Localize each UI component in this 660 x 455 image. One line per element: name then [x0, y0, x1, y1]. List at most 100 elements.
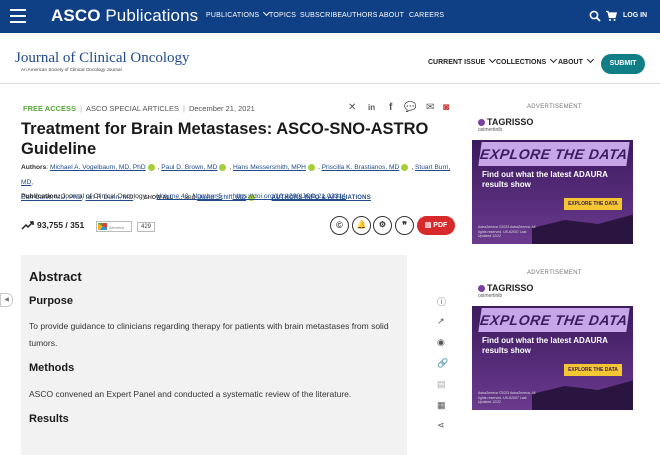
article-section: ASCO SPECIAL ARTICLES — [86, 104, 179, 113]
nav-about[interactable]: ABOUT — [379, 12, 404, 19]
nav-authors[interactable]: AUTHORS — [342, 12, 378, 19]
advertisement-banner[interactable]: TAGRISSO osimertinib EXPLORE THE DATA Fin… — [472, 112, 633, 244]
ad-cta-button[interactable]: EXPLORE THE DATA — [564, 364, 622, 376]
brand-bold: ASCO — [51, 6, 101, 25]
ad-headline: EXPLORE THE DATA — [478, 308, 630, 332]
article-title: Treatment for Brain Metastases: ASCO-SNO… — [21, 120, 429, 158]
view-icon[interactable]: ◉ — [437, 337, 445, 348]
advertisement-banner[interactable]: TAGRISSO osimertinib EXPLORE THE DATA Fin… — [472, 278, 633, 410]
copyright-icon[interactable]: © — [330, 216, 349, 235]
altmetric-donut-icon — [98, 223, 107, 230]
mendeley-share-icon[interactable]: ◙ — [443, 102, 449, 113]
tables-icon[interactable]: ▦ — [437, 400, 446, 411]
login-link[interactable]: LOG IN — [623, 12, 647, 19]
ad-brand: TAGRISSO — [487, 117, 534, 127]
wechat-share-icon[interactable]: 💬 — [404, 102, 416, 113]
author-link[interactable]: Michael A. Vogelbaum, MD, PhD — [50, 164, 146, 171]
ad-copy: Find out what the latest ADAURA results … — [482, 336, 608, 355]
nav-careers[interactable]: CAREERS — [409, 12, 444, 19]
methods-heading: Methods — [29, 362, 75, 374]
volume-link[interactable]: Volume 40, Number 5 — [156, 193, 222, 200]
altmetric-score[interactable]: 429 — [137, 222, 155, 232]
ad-cta-button[interactable]: EXPLORE THE DATA — [564, 198, 622, 210]
orcid-icon[interactable] — [147, 163, 155, 171]
article-date: December 21, 2021 — [188, 104, 255, 113]
ad-artwork — [532, 378, 633, 410]
free-access-badge: FREE ACCESS — [23, 104, 77, 113]
ad-brand-sub: osimertinib — [478, 293, 503, 299]
brand-rest: Publications — [100, 6, 199, 25]
nav-label: CURRENT ISSUE — [428, 59, 486, 66]
nav-topics[interactable]: TOPICS — [269, 12, 296, 19]
altmetric-badge[interactable]: Altmetric — [96, 221, 132, 232]
top-navigation-bar: ASCO Publications PUBLICATIONS TOPICS SU… — [0, 0, 660, 33]
views-citations: 93,755 / 351 — [37, 220, 85, 230]
publication-label: Publication: — [21, 193, 60, 200]
methods-text: ASCO convened an Expert Panel and conduc… — [29, 389, 352, 399]
abstract-heading: Abstract — [29, 269, 82, 284]
chevron-down-icon — [586, 55, 594, 64]
tagrisso-logo: TAGRISSO osimertinib — [478, 283, 533, 299]
x-share-icon[interactable]: ✕ — [348, 102, 356, 113]
authors-label: Authors — [21, 164, 47, 171]
nav-label: ABOUT — [558, 59, 583, 66]
share-icon[interactable]: ⋖ — [437, 420, 445, 431]
nav-subscribe[interactable]: SUBSCRIBE — [300, 12, 342, 19]
results-heading: Results — [29, 413, 69, 425]
advertisement-label: ADVERTISEMENT — [527, 104, 582, 110]
separator: • — [150, 193, 153, 200]
author-link[interactable]: Paul D. Brown, MD — [161, 164, 217, 171]
orcid-icon[interactable] — [307, 163, 315, 171]
track-citations-icon[interactable]: ⚙ — [373, 216, 392, 235]
doi-link[interactable]: https://doi.org/10.1200/JCO.21.02314 — [233, 193, 346, 200]
abstract-section: Abstract Purpose To provide guidance to … — [21, 255, 407, 455]
linkedin-share-icon[interactable]: in — [368, 103, 375, 112]
purpose-text: To provide guidance to clinicians regard… — [29, 321, 389, 348]
figures-icon[interactable]: ▤ — [437, 379, 446, 390]
info-icon[interactable]: ⓘ — [437, 295, 446, 308]
journal-title[interactable]: Journal of Clinical Oncology — [15, 50, 190, 67]
ad-artwork — [532, 212, 633, 244]
altmetric-label: Altmetric — [109, 225, 125, 230]
nav-label: COLLECTIONS — [496, 59, 547, 66]
pdf-label: PDF — [433, 222, 448, 229]
metrics-icon[interactable]: ↗ — [437, 316, 445, 327]
author-link[interactable]: Priscilla K. Brastianos, MD — [322, 164, 400, 171]
orcid-icon[interactable] — [219, 163, 227, 171]
cart-icon[interactable] — [605, 10, 617, 22]
journal-name: Journal of Clinical Oncology — [61, 193, 147, 200]
journal-subtitle: An American Society of Clinical Oncology… — [21, 67, 122, 72]
ad-brand-sub: osimertinib — [478, 127, 503, 133]
author-link[interactable]: Hans Messersmith, MPH — [233, 164, 306, 171]
menu-icon[interactable] — [10, 9, 26, 23]
brand-mark-icon — [478, 119, 485, 127]
cite-quote-icon[interactable]: ❞ — [395, 216, 414, 235]
nav-about-journal[interactable]: ABOUT — [558, 55, 594, 66]
submit-button[interactable]: SUBMIT — [601, 54, 645, 74]
ad-headline: EXPLORE THE DATA — [478, 142, 630, 166]
nav-publications[interactable]: PUBLICATIONS — [206, 8, 271, 19]
publication-info: Publication: Journal of Clinical Oncolog… — [21, 193, 346, 200]
nav-collections[interactable]: COLLECTIONS — [496, 55, 558, 66]
chevron-down-icon — [550, 55, 558, 64]
ad-fine-print: AstraZeneca ©2023 AstraZeneca. All right… — [478, 225, 536, 238]
tagrisso-logo: TAGRISSO osimertinib — [478, 117, 533, 133]
email-share-icon[interactable]: ✉ — [426, 102, 434, 113]
nav-current-issue[interactable]: CURRENT ISSUE — [428, 55, 497, 66]
separator: | — [182, 104, 185, 113]
asco-publications-logo[interactable]: ASCO Publications — [51, 6, 198, 26]
pdf-file-icon: ▤ — [424, 222, 434, 229]
orcid-icon[interactable] — [401, 163, 409, 171]
nav-label: PUBLICATIONS — [206, 12, 260, 19]
separator: | — [80, 104, 83, 113]
separator: • — [226, 193, 229, 200]
ad-brand: TAGRISSO — [487, 283, 534, 293]
journal-header: Journal of Clinical Oncology An American… — [0, 33, 660, 84]
link-icon[interactable]: 🔗 — [437, 358, 448, 369]
sidebar-toggle-icon[interactable]: ◀ — [0, 293, 13, 307]
pdf-download-button[interactable]: ▤ PDF — [417, 216, 455, 235]
facebook-share-icon[interactable]: f — [389, 102, 392, 113]
search-icon[interactable] — [589, 10, 601, 22]
alert-bell-icon[interactable]: 🔔 — [352, 216, 371, 235]
trending-icon — [21, 221, 34, 230]
